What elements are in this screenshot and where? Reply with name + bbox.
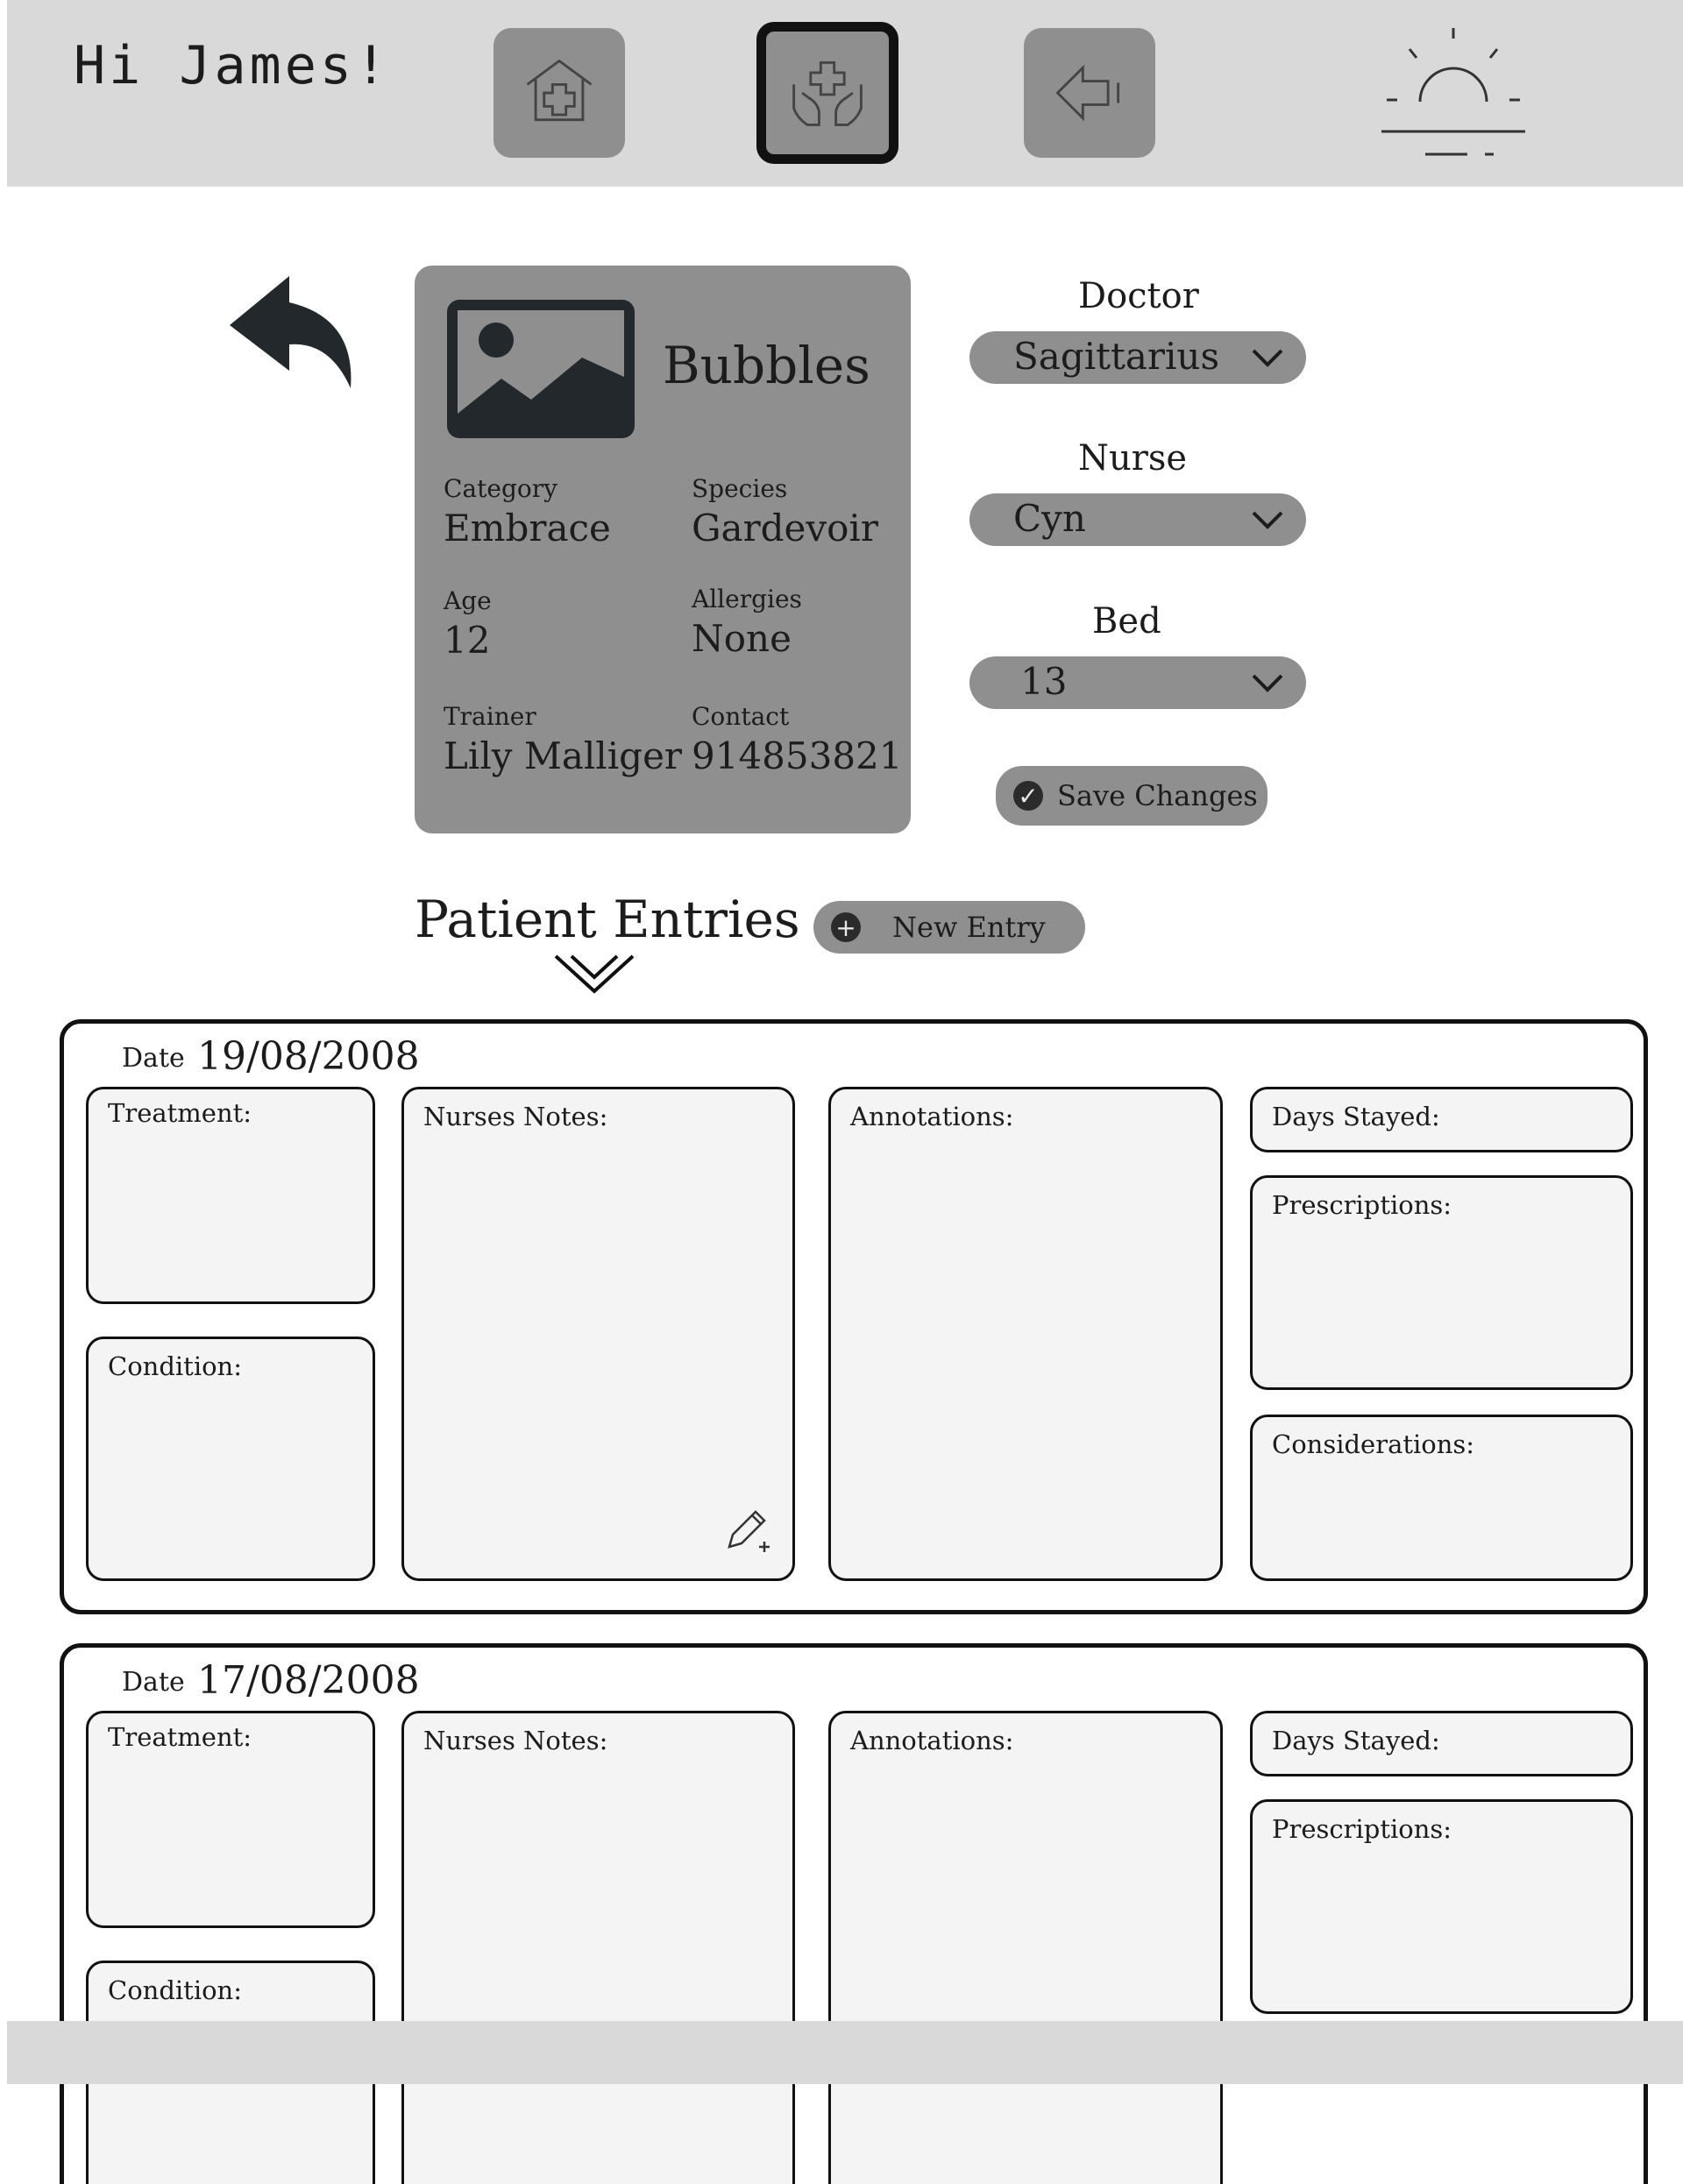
trainer-field: Trainer Lily Malliger	[444, 702, 682, 781]
species-value: Gardevoir	[692, 507, 878, 550]
contact-value: 914853821	[692, 734, 903, 777]
bed-label: Bed	[1092, 601, 1161, 642]
sunset-icon[interactable]	[1374, 23, 1532, 163]
double-chevron-down-icon[interactable]	[552, 951, 636, 998]
prescriptions-label: Prescriptions:	[1272, 1190, 1452, 1220]
home-nav-button[interactable]	[494, 28, 625, 158]
contact-field: Contact 914853821	[692, 702, 903, 781]
days-stayed-label: Days Stayed:	[1272, 1102, 1440, 1131]
logout-nav-button[interactable]	[1024, 28, 1155, 158]
considerations-label: Considerations:	[1272, 1429, 1475, 1459]
bed-select[interactable]: 13	[969, 656, 1306, 709]
category-value: Embrace	[444, 507, 611, 550]
considerations-box[interactable]: Considerations:	[1250, 1415, 1633, 1581]
check-circle-icon: ✓	[1013, 781, 1043, 811]
condition-box[interactable]: Condition:	[86, 1337, 375, 1581]
chevron-down-icon	[1252, 511, 1283, 529]
allergies-value: None	[692, 617, 792, 660]
patient-entry: Date 17/08/2008 Treatment: Condition: Nu…	[60, 1643, 1648, 2184]
prescriptions-label: Prescriptions:	[1272, 1814, 1452, 1844]
days-stayed-label: Days Stayed:	[1272, 1726, 1440, 1755]
chevron-down-icon	[1252, 674, 1283, 692]
annotations-label: Annotations:	[850, 1102, 1014, 1131]
plus-circle-icon: +	[831, 912, 861, 942]
hospital-home-icon	[526, 59, 593, 122]
prescriptions-box[interactable]: Prescriptions:	[1250, 1175, 1633, 1390]
care-hands-icon	[792, 61, 863, 126]
chevron-down-icon	[1252, 349, 1283, 367]
annotations-label: Annotations:	[850, 1726, 1014, 1755]
nurse-select[interactable]: Cyn	[969, 493, 1306, 546]
new-entry-button[interactable]: + New Entry	[813, 901, 1085, 954]
nurses-notes-box[interactable]: Nurses Notes:	[401, 1711, 795, 2184]
allergies-label: Allergies	[692, 585, 802, 613]
save-changes-label: Save Changes	[1057, 779, 1258, 812]
allergies-field: Allergies None	[692, 585, 802, 663]
logout-arrow-icon	[1055, 64, 1120, 122]
entry-date-label: Date	[122, 1043, 185, 1074]
doctor-label: Doctor	[1078, 276, 1199, 316]
nurses-notes-label: Nurses Notes:	[423, 1102, 608, 1131]
entry-date-value: 19/08/2008	[197, 1034, 420, 1079]
category-label: Category	[444, 474, 557, 503]
species-label: Species	[692, 474, 788, 503]
annotations-box[interactable]: Annotations:	[828, 1087, 1223, 1581]
edit-pencil-icon[interactable]	[724, 1505, 773, 1554]
days-stayed-box[interactable]: Days Stayed:	[1250, 1087, 1633, 1152]
back-arrow-icon[interactable]	[226, 267, 358, 390]
treatment-label: Treatment:	[108, 1098, 252, 1128]
entry-date-value: 17/08/2008	[197, 1658, 420, 1703]
treatment-label: Treatment:	[108, 1722, 252, 1752]
bed-value: 13	[1020, 660, 1068, 703]
age-value: 12	[444, 619, 491, 662]
nurse-label: Nurse	[1078, 438, 1188, 479]
new-entry-label: New Entry	[892, 911, 1046, 944]
save-changes-button[interactable]: ✓ Save Changes	[996, 766, 1268, 826]
patient-care-nav-button[interactable]	[756, 22, 898, 164]
nurse-value: Cyn	[1013, 497, 1086, 540]
treatment-box[interactable]: Treatment:	[86, 1711, 375, 1928]
age-label: Age	[444, 586, 492, 615]
patient-name: Bubbles	[663, 336, 870, 395]
bottom-bar	[7, 2021, 1683, 2084]
days-stayed-box[interactable]: Days Stayed:	[1250, 1711, 1633, 1776]
species-field: Species Gardevoir	[692, 474, 878, 553]
image-placeholder-icon	[447, 300, 635, 438]
nurses-notes-box[interactable]: Nurses Notes:	[401, 1087, 795, 1581]
condition-label: Condition:	[108, 1975, 243, 2005]
category-field: Category Embrace	[444, 474, 611, 553]
patient-card: Bubbles Category Embrace Species Gardevo…	[415, 266, 911, 833]
treatment-box[interactable]: Treatment:	[86, 1087, 375, 1304]
contact-label: Contact	[692, 702, 790, 731]
patient-entry: Date 19/08/2008 Treatment: Condition: Nu…	[60, 1019, 1648, 1614]
nurses-notes-label: Nurses Notes:	[423, 1726, 608, 1755]
trainer-label: Trainer	[444, 702, 536, 731]
entry-date-label: Date	[122, 1667, 185, 1698]
top-bar: Hi James!	[7, 0, 1683, 187]
prescriptions-box[interactable]: Prescriptions:	[1250, 1799, 1633, 2014]
doctor-value: Sagittarius	[1013, 335, 1220, 378]
annotations-box[interactable]: Annotations:	[828, 1711, 1223, 2184]
condition-label: Condition:	[108, 1351, 243, 1381]
age-field: Age 12	[444, 586, 492, 665]
greeting: Hi James!	[74, 35, 391, 96]
trainer-value: Lily Malliger	[444, 734, 682, 777]
doctor-select[interactable]: Sagittarius	[969, 331, 1306, 384]
patient-entries-title: Patient Entries	[415, 890, 800, 949]
